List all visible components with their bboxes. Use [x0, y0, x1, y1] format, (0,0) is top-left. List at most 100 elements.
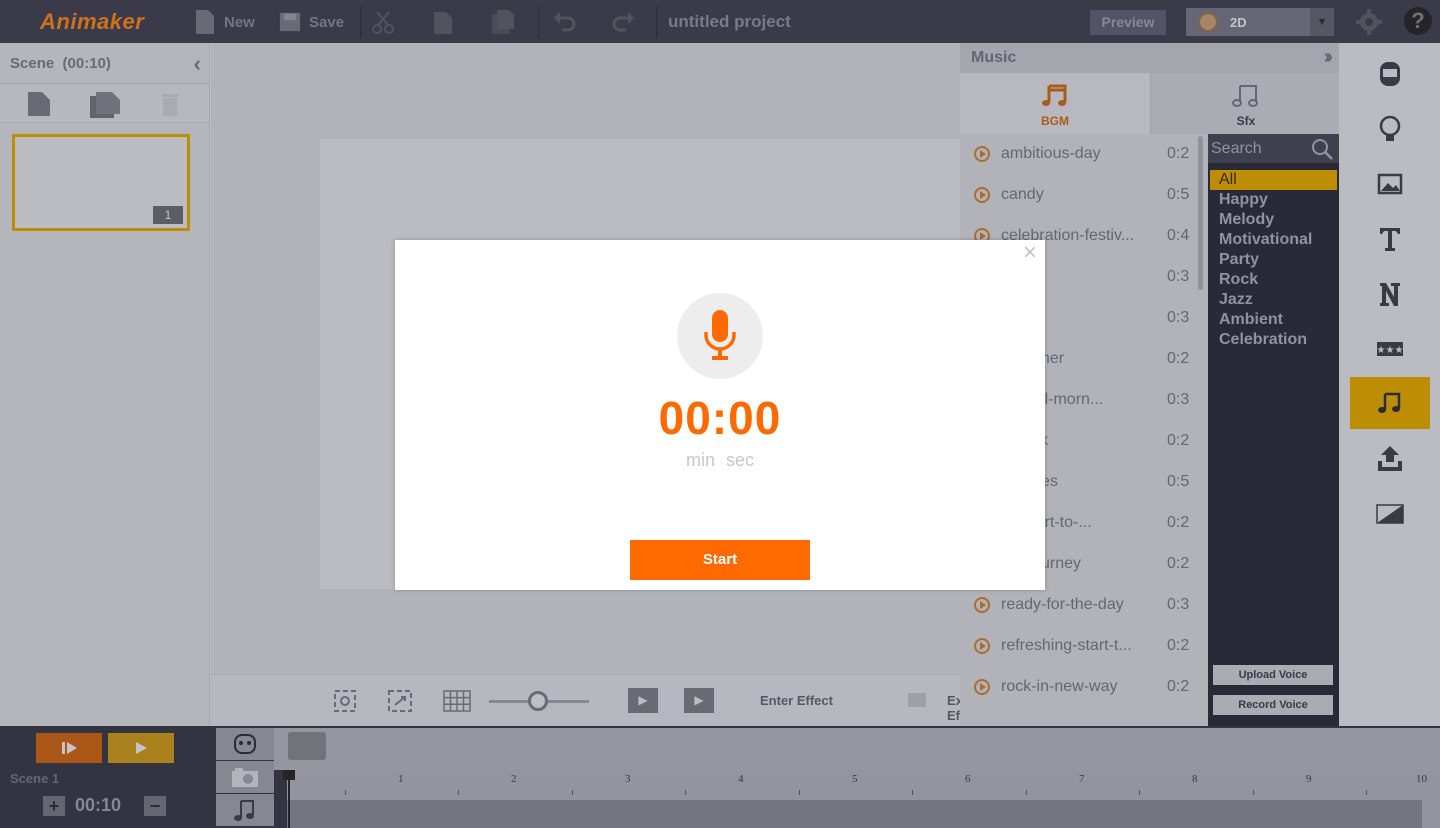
redo-icon: [612, 12, 634, 32]
music-note-icon: [1378, 392, 1401, 413]
redo-button[interactable]: [612, 10, 634, 34]
play-button[interactable]: ▶: [684, 688, 714, 713]
scene-thumbnail[interactable]: 1: [12, 134, 190, 231]
decrease-duration-button[interactable]: −: [144, 796, 166, 816]
enter-effect-button[interactable]: Enter Effect: [760, 693, 833, 708]
fit-screen-icon[interactable]: [387, 689, 413, 713]
upload-voice-button[interactable]: Upload Voice: [1213, 665, 1333, 685]
play-circle-icon[interactable]: [974, 597, 990, 613]
collapse-left-icon[interactable]: ‹: [194, 51, 201, 77]
record-voice-button[interactable]: Record Voice: [1213, 695, 1333, 715]
track-name: candy: [1001, 186, 1044, 203]
crosshair-icon[interactable]: [332, 689, 358, 713]
track-duration: 0:2: [1167, 514, 1190, 531]
start-recording-button[interactable]: Start: [630, 540, 810, 580]
timeline-tab-characters[interactable]: [216, 728, 274, 760]
play-circle-icon[interactable]: [974, 679, 990, 695]
mode-select[interactable]: 2D ▼: [1186, 8, 1334, 36]
track-name: ambitious-day: [1001, 145, 1101, 162]
play-all-button[interactable]: [108, 733, 174, 763]
category-jazz[interactable]: Jazz: [1210, 290, 1337, 310]
grid-icon[interactable]: [443, 689, 471, 713]
camera-icon: [232, 768, 258, 787]
track-duration: 0:2: [1167, 637, 1190, 654]
play-from-start-button[interactable]: ▶: [628, 688, 658, 713]
search-icon[interactable]: [1311, 138, 1333, 160]
timeline-ruler[interactable]: 1 2 3 4 5 6 7 8 9 10: [287, 770, 1440, 828]
copy-button[interactable]: [432, 10, 454, 34]
background-button[interactable]: [1350, 488, 1430, 540]
characters-button[interactable]: [1350, 48, 1430, 100]
play-circle-icon[interactable]: [974, 638, 990, 654]
tab-bgm[interactable]: BGM: [960, 73, 1150, 134]
duplicate-scene-icon[interactable]: [90, 92, 120, 118]
image-icon: [1377, 173, 1403, 195]
track-item[interactable]: ambitious-day 0:2: [960, 134, 1200, 175]
category-all[interactable]: All: [1210, 170, 1337, 190]
trash-icon[interactable]: [162, 92, 178, 116]
zoom-slider-handle[interactable]: [528, 691, 548, 711]
chevron-down-icon[interactable]: ▼: [1310, 8, 1334, 36]
play-circle-icon[interactable]: [974, 187, 990, 203]
category-party[interactable]: Party: [1210, 250, 1337, 270]
search-input[interactable]: [1211, 139, 1301, 159]
music-button[interactable]: [1350, 377, 1430, 429]
save-button[interactable]: Save: [279, 10, 344, 34]
background-icon: [1376, 504, 1404, 524]
category-celebration[interactable]: Celebration: [1210, 330, 1337, 350]
scissors-icon: [372, 11, 394, 34]
category-motivational[interactable]: Motivational: [1210, 230, 1337, 250]
category-ambient[interactable]: Ambient: [1210, 310, 1337, 330]
character-face-icon: [234, 734, 256, 754]
collapse-right-icon[interactable]: ››: [1324, 46, 1334, 69]
images-button[interactable]: [1350, 158, 1430, 210]
track-item[interactable]: ready-for-the-day 0:3: [960, 585, 1200, 626]
paste-button[interactable]: [492, 10, 514, 34]
increase-duration-button[interactable]: +: [43, 796, 65, 816]
timeline-scene-label: Scene 1: [10, 771, 60, 786]
tab-sfx[interactable]: Sfx: [1150, 73, 1340, 134]
camera-toggle[interactable]: [288, 732, 326, 760]
record-voice-modal: × 00:00 min sec Start: [395, 240, 1045, 590]
timeline-lane[interactable]: [287, 800, 1422, 828]
category-rock[interactable]: Rock: [1210, 270, 1337, 290]
timeline-tab-camera[interactable]: [216, 761, 274, 793]
tick-label: 6: [965, 773, 971, 785]
track-item[interactable]: rock-in-new-way 0:2: [960, 667, 1200, 708]
add-scene-icon[interactable]: [28, 92, 50, 116]
category-search: [1208, 134, 1339, 164]
track-list-scrollbar[interactable]: [1198, 136, 1203, 290]
project-title[interactable]: untitled project: [668, 12, 791, 32]
track-item[interactable]: candy 0:5: [960, 175, 1200, 216]
category-happy[interactable]: Happy: [1210, 190, 1337, 210]
music-header: Music ››: [960, 43, 1339, 73]
text-button[interactable]: [1350, 213, 1430, 265]
music-title: Music: [971, 49, 1017, 66]
new-file-icon: [196, 10, 214, 34]
preview-button[interactable]: Preview: [1090, 10, 1166, 35]
paste-icon: [492, 10, 514, 34]
close-icon[interactable]: ×: [1019, 241, 1041, 265]
new-button[interactable]: New: [194, 10, 255, 34]
track-item[interactable]: refreshing-start-t... 0:2: [960, 626, 1200, 667]
exit-effect-icon[interactable]: [908, 693, 926, 707]
undo-button[interactable]: [554, 10, 576, 34]
playhead-line[interactable]: [288, 770, 290, 828]
timeline-tab-music[interactable]: [216, 794, 274, 826]
track-duration: 0:2: [1167, 555, 1190, 572]
help-icon[interactable]: ?: [1404, 7, 1432, 35]
canvas-bottom-toolbar: ▶ ▶ Enter Effect Exit Effect: [211, 674, 983, 726]
music-note-icon: [1042, 84, 1067, 106]
cut-button[interactable]: [372, 10, 394, 34]
gear-icon[interactable]: [1356, 9, 1382, 35]
play-scene-button[interactable]: [36, 733, 102, 763]
tick-label: 5: [852, 773, 858, 785]
track-name: ready-for-the-day: [1001, 596, 1124, 613]
upload-button[interactable]: [1350, 433, 1430, 485]
props-button[interactable]: [1350, 103, 1430, 155]
play-circle-icon[interactable]: [974, 146, 990, 162]
effects-button[interactable]: ★★★: [1350, 323, 1430, 375]
scene-header: Scene (00:10): [10, 54, 111, 72]
category-melody[interactable]: Melody: [1210, 210, 1337, 230]
numbers-button[interactable]: [1350, 268, 1430, 320]
